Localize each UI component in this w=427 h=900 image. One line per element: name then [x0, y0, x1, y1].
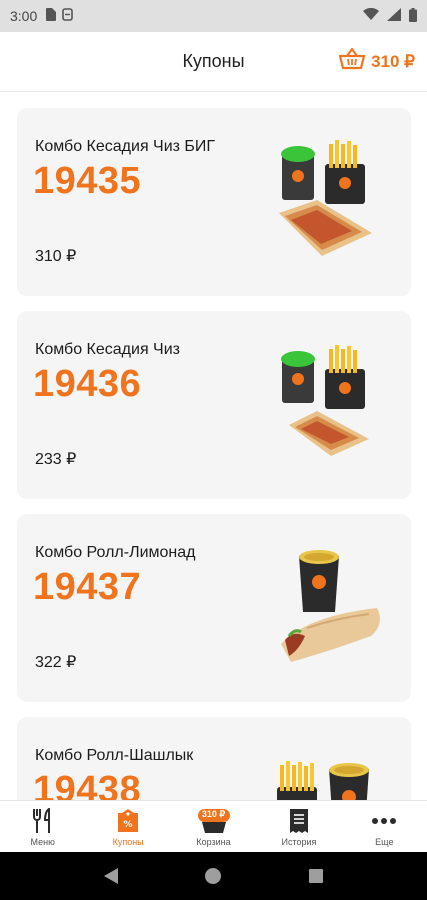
- cart-icon: 310 ₽: [194, 807, 234, 835]
- combo-image: [277, 341, 389, 471]
- nav-coupons-label: Купоны: [112, 837, 144, 847]
- nav-cart[interactable]: 310 ₽ Корзина: [171, 801, 256, 852]
- coupon-name: Комбо Ролл-Лимонад: [35, 544, 196, 561]
- page-title: Купоны: [182, 51, 245, 71]
- coupon-name: Комбо Ролл-Шашлык: [35, 747, 194, 764]
- fork-knife-icon: [28, 807, 58, 835]
- bottom-nav: Меню % Купоны 310 ₽ Корзина История Еще: [0, 800, 427, 852]
- more-dots-icon: [369, 807, 399, 835]
- coupon-code: 19435: [33, 160, 142, 202]
- coupon-list[interactable]: Комбо Кесадия Чиз БИГ 19435 310 ₽ Комбо …: [0, 93, 427, 800]
- nav-more[interactable]: Еще: [342, 801, 427, 852]
- coupon-price: 322 ₽: [35, 654, 77, 671]
- combo-image: [277, 138, 389, 268]
- back-icon[interactable]: [103, 867, 119, 885]
- nav-coupons[interactable]: % Купоны: [85, 801, 170, 852]
- combo-image: [277, 747, 389, 800]
- coupon-tag-icon: %: [113, 807, 143, 835]
- coupon-code: 19438: [33, 769, 142, 800]
- coupon-price: 233 ₽: [35, 451, 77, 468]
- recents-icon[interactable]: [308, 868, 324, 884]
- coupon-name: Комбо Кесадия Чиз: [35, 341, 180, 358]
- sim-card-icon: [45, 8, 57, 24]
- header-cart-total: 310 ₽: [371, 51, 415, 71]
- wifi-icon: [363, 7, 379, 24]
- nav-more-label: Еще: [375, 837, 394, 847]
- header-cart-button[interactable]: 310 ₽: [338, 48, 415, 75]
- basket-icon: [338, 48, 366, 75]
- coupon-card[interactable]: Комбо Кесадия Чиз 19436 233 ₽: [17, 311, 411, 499]
- coupon-code: 19436: [33, 363, 142, 405]
- receipt-icon: [284, 807, 314, 835]
- app-header: Купоны 310 ₽: [0, 32, 427, 92]
- coupon-code: 19437: [33, 566, 142, 608]
- coupon-card[interactable]: Комбо Кесадия Чиз БИГ 19435 310 ₽: [17, 108, 411, 296]
- coupon-card[interactable]: Комбо Ролл-Лимонад 19437 322 ₽: [17, 514, 411, 702]
- nav-menu-label: Меню: [30, 837, 55, 847]
- coupon-name: Комбо Кесадия Чиз БИГ: [35, 138, 216, 155]
- system-nav-bar: [0, 852, 427, 900]
- signal-icon: [387, 8, 401, 24]
- storage-icon: [62, 8, 74, 24]
- coupon-card[interactable]: Комбо Ролл-Шашлык 19438: [17, 717, 411, 800]
- nav-menu[interactable]: Меню: [0, 801, 85, 852]
- nav-cart-label: Корзина: [196, 837, 231, 847]
- nav-cart-badge: 310 ₽: [201, 809, 226, 819]
- battery-icon: [409, 7, 417, 25]
- nav-history-label: История: [281, 837, 317, 847]
- coupon-price: 310 ₽: [35, 248, 77, 265]
- svg-text:%: %: [124, 820, 133, 830]
- status-bar: 3:00: [0, 0, 427, 32]
- status-time: 3:00: [10, 8, 38, 24]
- home-icon[interactable]: [204, 867, 222, 885]
- combo-image: [277, 544, 389, 674]
- nav-history[interactable]: История: [256, 801, 341, 852]
